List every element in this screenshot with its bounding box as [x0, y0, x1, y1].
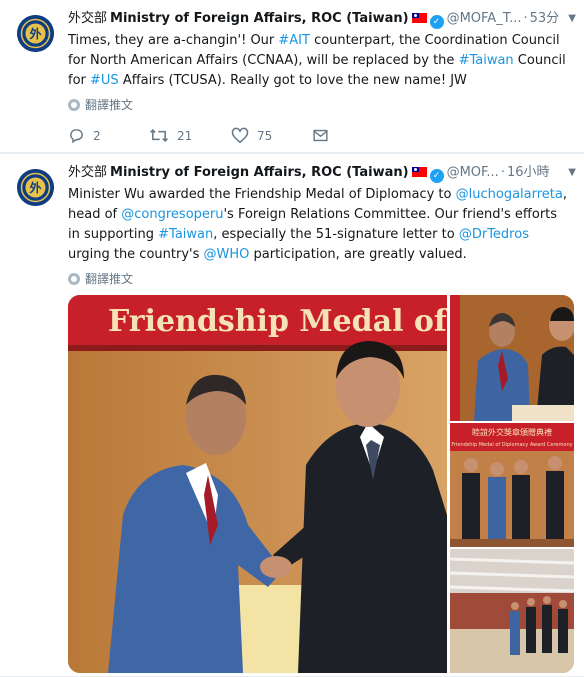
tweet-header: 外交部 Ministry of Foreign Affairs, ROC (Tai…: [68, 9, 576, 29]
avatar[interactable]: 外: [17, 169, 54, 206]
direct-message-button[interactable]: [312, 126, 329, 146]
chevron-down-icon[interactable]: ▼: [568, 9, 576, 29]
avatar[interactable]: 外: [17, 15, 54, 52]
tweet[interactable]: 外 外交部 Ministry of Foreign Affairs, ROC (T…: [0, 0, 584, 153]
tweet-text-segment: Times, they are a-changin'! Our: [68, 33, 279, 48]
photo-group[interactable]: 睦誼外交獎章頒贈典禮 Friendship Medal of Diplomacy…: [450, 423, 574, 547]
retweet-icon: [149, 129, 169, 142]
tweet-header: 外交部 Ministry of Foreign Affairs, ROC (Tai…: [68, 163, 576, 183]
tweet-text-segment: , especially the 51-signature letter to: [213, 227, 459, 242]
globe-icon: [68, 99, 80, 111]
tweet-text-segment: Affairs (TCUSA). Really got to love the …: [118, 73, 467, 88]
retweet-button[interactable]: 21: [149, 126, 192, 146]
roc-flag-icon: [411, 13, 427, 23]
tweet-text-segment: participation, are greatly valued.: [249, 247, 467, 262]
account-name[interactable]: Ministry of Foreign Affairs, ROC (Taiwan…: [110, 165, 409, 180]
tweet-timestamp[interactable]: 16小時: [507, 165, 550, 180]
separator-dot: ·: [523, 11, 528, 26]
tweet[interactable]: 外 外交部 Ministry of Foreign Affairs, ROC (T…: [0, 154, 584, 677]
like-icon: [231, 127, 249, 144]
account-handle[interactable]: @MOF...: [447, 165, 499, 180]
translate-tweet-link[interactable]: 翻譯推文: [68, 271, 133, 287]
translate-tweet-link[interactable]: 翻譯推文: [68, 97, 133, 113]
account-handle[interactable]: @MOFA_T...: [447, 11, 522, 26]
mention-link[interactable]: @DrTedros: [459, 227, 529, 242]
reply-button[interactable]: 2: [68, 126, 101, 146]
tweet-text: Minister Wu awarded the Friendship Medal…: [68, 185, 568, 265]
account-name-zh[interactable]: 外交部: [68, 165, 107, 180]
timeline: 外 外交部 Ministry of Foreign Affairs, ROC (T…: [0, 0, 584, 677]
retweet-count: 21: [177, 129, 193, 143]
mention-link[interactable]: @luchogalarreta: [456, 187, 563, 202]
hashtag-link[interactable]: #US: [90, 73, 119, 88]
tweet-text: Times, they are a-changin'! Our #AIT cou…: [68, 31, 568, 91]
tweet-text-segment: Minister Wu awarded the Friendship Medal…: [68, 187, 456, 202]
account-name-zh[interactable]: 外交部: [68, 11, 107, 26]
hashtag-link[interactable]: #Taiwan: [459, 53, 514, 68]
mention-link[interactable]: @WHO: [204, 247, 250, 262]
globe-icon: [68, 273, 80, 285]
photo-hallway[interactable]: [450, 549, 574, 673]
tweet-timestamp[interactable]: 53分: [530, 11, 560, 26]
separator-dot: ·: [500, 165, 505, 180]
hashtag-link[interactable]: #AIT: [278, 33, 310, 48]
reply-icon: [70, 129, 83, 144]
photo-medal-pinning[interactable]: [450, 295, 574, 421]
translate-label: 翻譯推文: [85, 98, 134, 112]
chevron-down-icon[interactable]: ▼: [568, 163, 576, 183]
hashtag-link[interactable]: #Taiwan: [158, 227, 213, 242]
tweet-text-segment: urging the country's: [68, 247, 204, 262]
banner-text: Friendship Medal of: [108, 304, 447, 339]
translate-label: 翻譯推文: [85, 272, 134, 286]
verified-badge-icon: ✓: [429, 169, 444, 183]
tweet-photo-grid: Friendship Medal of 睦誼外交獎章頒贈典禮 Friendshi…: [68, 295, 574, 673]
reply-count: 2: [93, 129, 101, 143]
side-banner-zh: 睦誼外交獎章頒贈典禮: [472, 427, 552, 437]
verified-badge-icon: ✓: [429, 15, 444, 29]
svg-text:外: 外: [29, 180, 41, 195]
roc-flag-icon: [411, 167, 427, 177]
account-name[interactable]: Ministry of Foreign Affairs, ROC (Taiwan…: [110, 11, 409, 26]
like-button[interactable]: 75: [231, 126, 272, 146]
like-count: 75: [257, 129, 273, 143]
mention-link[interactable]: @congresoperu: [121, 207, 223, 222]
photo-medal-handshake[interactable]: Friendship Medal of: [68, 295, 447, 673]
svg-text:外: 外: [29, 26, 41, 41]
side-banner-en: Friendship Medal of Diplomacy Award Cere…: [451, 442, 572, 448]
message-icon: [313, 129, 328, 142]
